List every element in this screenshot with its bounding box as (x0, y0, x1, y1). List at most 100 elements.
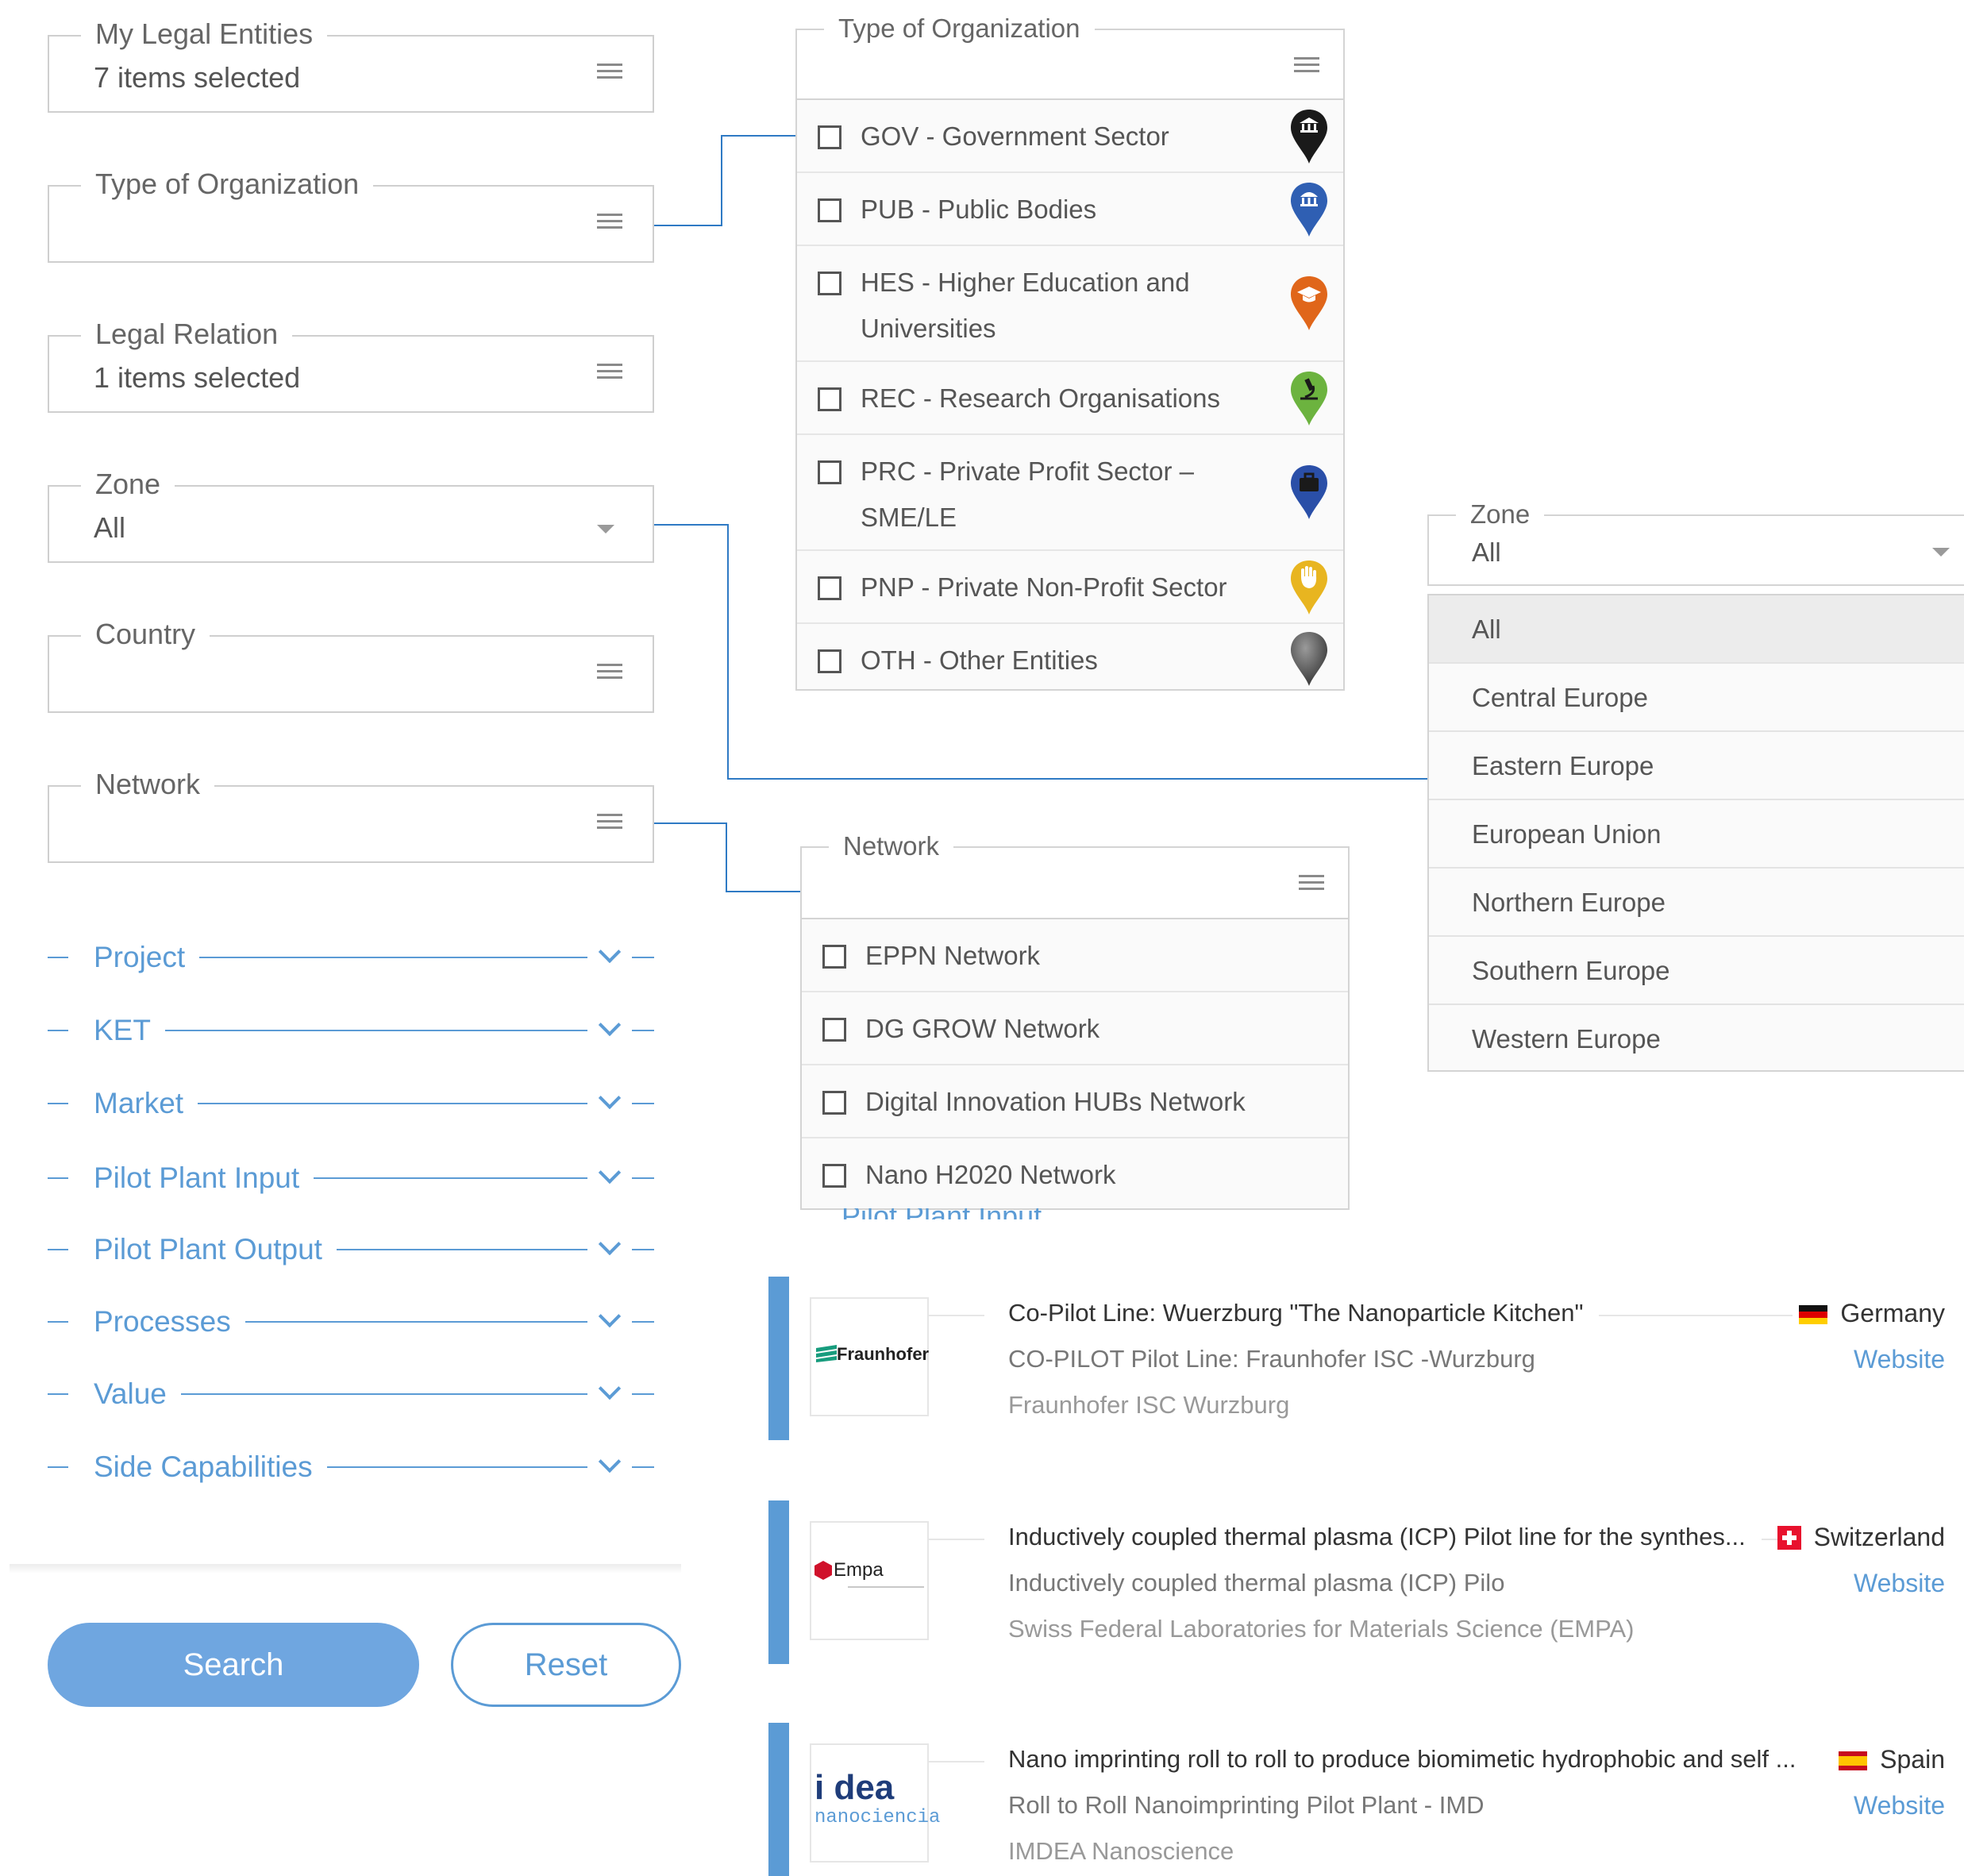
result-card[interactable]: Empa Inductively coupled thermal plasma … (768, 1500, 1959, 1664)
type-of-organization-label: Type of Organization (81, 167, 374, 202)
list-item[interactable]: PRC - Private Profit Sector – SME/LE (797, 435, 1343, 551)
caret-down-icon[interactable] (1932, 548, 1950, 557)
list-icon[interactable] (597, 214, 622, 234)
section-project[interactable]: Project (48, 938, 654, 977)
zone-option[interactable]: Eastern Europe (1429, 732, 1964, 800)
list-item[interactable]: EPPN Network (802, 919, 1348, 992)
my-legal-entities-field[interactable]: My Legal Entities 7 items selected (48, 17, 654, 113)
section-processes[interactable]: Processes (48, 1302, 654, 1342)
zone-dropdown-label: Zone (1456, 497, 1545, 532)
chevron-down-icon[interactable] (598, 1161, 622, 1185)
checkbox[interactable] (818, 387, 841, 411)
section-market[interactable]: Market (48, 1084, 654, 1123)
result-organization: Fraunhofer ISC Wurzburg (1008, 1391, 1290, 1419)
type-of-organization-field[interactable]: Type of Organization (48, 167, 654, 263)
checkbox[interactable] (818, 649, 841, 673)
zone-option[interactable]: Northern Europe (1429, 869, 1964, 937)
zone-option[interactable]: European Union (1429, 800, 1964, 869)
chevron-down-icon[interactable] (598, 1304, 622, 1328)
result-title[interactable]: Inductively coupled thermal plasma (ICP)… (1008, 1520, 1762, 1554)
network-dropdown-list: EPPN Network DG GROW Network Digital Inn… (800, 918, 1350, 1210)
website-link[interactable]: Website (1854, 1342, 1945, 1377)
network-dropdown-header[interactable]: Network (800, 829, 1350, 919)
checkbox[interactable] (818, 198, 841, 222)
connector-line (727, 778, 1427, 780)
list-item[interactable]: PNP - Private Non-Profit Sector (797, 551, 1343, 624)
result-country: Switzerland (1777, 1520, 1945, 1554)
list-item[interactable]: Digital Innovation HUBs Network (802, 1065, 1348, 1138)
list-item[interactable]: Nano H2020 Network (802, 1138, 1348, 1208)
result-card[interactable]: Fraunhofer Co-Pilot Line: Wuerzburg "The… (768, 1277, 1959, 1440)
website-link[interactable]: Website (1854, 1566, 1945, 1601)
country-field[interactable]: Country (48, 617, 654, 713)
list-icon[interactable] (597, 664, 622, 684)
graduation-cap-icon (1291, 276, 1327, 330)
network-label: Network (81, 767, 215, 802)
list-icon[interactable] (1299, 875, 1324, 896)
reset-button[interactable]: Reset (451, 1623, 681, 1707)
list-item[interactable]: REC - Research Organisations (797, 362, 1343, 435)
chevron-down-icon[interactable] (598, 1086, 622, 1110)
checkbox[interactable] (818, 460, 841, 484)
section-label: Processes (94, 1302, 245, 1342)
list-item[interactable]: HES - Higher Education and Universities (797, 246, 1343, 362)
zone-option-selected[interactable]: All (1429, 595, 1964, 664)
list-icon[interactable] (597, 814, 622, 834)
checkbox[interactable] (818, 125, 841, 149)
checkbox[interactable] (822, 1091, 846, 1115)
section-side-capabilities[interactable]: Side Capabilities (48, 1447, 654, 1487)
hand-icon (1291, 560, 1327, 614)
zone-option[interactable]: Central Europe (1429, 664, 1964, 732)
section-label: Pilot Plant Output (94, 1230, 337, 1269)
list-icon[interactable] (597, 364, 622, 384)
checkbox[interactable] (818, 272, 841, 295)
section-ket[interactable]: KET (48, 1011, 654, 1050)
section-pilot-plant-output[interactable]: Pilot Plant Output (48, 1230, 654, 1269)
zone-dropdown-value: All (1472, 537, 1501, 567)
zone-dropdown-header[interactable]: Zone All (1427, 497, 1964, 586)
checkbox[interactable] (822, 945, 846, 969)
germany-flag-icon (1799, 1305, 1828, 1324)
connector-line (726, 822, 727, 892)
checkbox[interactable] (822, 1018, 846, 1042)
result-subtitle: CO-PILOT Pilot Line: Fraunhofer ISC -Wur… (1008, 1345, 1535, 1373)
connector-line (654, 225, 722, 226)
section-value[interactable]: Value (48, 1374, 654, 1414)
list-icon[interactable] (597, 64, 622, 84)
result-subtitle: Inductively coupled thermal plasma (ICP)… (1008, 1569, 1505, 1597)
connector-line (721, 135, 722, 226)
section-label: Value (94, 1374, 181, 1414)
chevron-down-icon[interactable] (598, 1377, 622, 1400)
network-field[interactable]: Network (48, 767, 654, 863)
zone-value: All (94, 511, 126, 544)
obscured-section-label: Pilot Plant Input (841, 1208, 1042, 1219)
my-legal-entities-label: My Legal Entities (81, 17, 328, 52)
chevron-down-icon[interactable] (598, 1232, 622, 1256)
list-item[interactable]: GOV - Government Sector (797, 100, 1343, 173)
list-item[interactable]: DG GROW Network (802, 992, 1348, 1065)
result-title[interactable]: Co-Pilot Line: Wuerzburg "The Nanopartic… (1008, 1296, 1600, 1331)
chevron-down-icon[interactable] (598, 1013, 622, 1037)
zone-select[interactable]: Zone All (48, 467, 654, 563)
result-country: Spain (1839, 1742, 1945, 1777)
zone-option[interactable]: Southern Europe (1429, 937, 1964, 1005)
list-item[interactable]: PUB - Public Bodies (797, 173, 1343, 246)
my-legal-entities-value: 7 items selected (94, 61, 301, 94)
result-title[interactable]: Nano imprinting roll to roll to produce … (1008, 1742, 1812, 1777)
chevron-down-icon[interactable] (598, 1450, 622, 1473)
caret-down-icon[interactable] (597, 525, 614, 534)
checkbox[interactable] (818, 576, 841, 600)
zone-option[interactable]: Western Europe (1429, 1005, 1964, 1073)
legal-relation-field[interactable]: Legal Relation 1 items selected (48, 317, 654, 413)
fraunhofer-logo-icon (816, 1345, 837, 1362)
list-item[interactable]: OTH - Other Entities (797, 624, 1343, 692)
section-pilot-plant-input[interactable]: Pilot Plant Input (48, 1158, 654, 1198)
organization-logo: Fraunhofer (810, 1297, 929, 1416)
org-dropdown-header[interactable]: Type of Organization (795, 11, 1345, 100)
website-link[interactable]: Website (1854, 1788, 1945, 1823)
checkbox[interactable] (822, 1164, 846, 1188)
chevron-down-icon[interactable] (598, 940, 622, 964)
list-icon[interactable] (1294, 57, 1319, 78)
search-button[interactable]: Search (48, 1623, 419, 1707)
result-card[interactable]: i dea nanociencia Nano imprinting roll t… (768, 1723, 1959, 1876)
